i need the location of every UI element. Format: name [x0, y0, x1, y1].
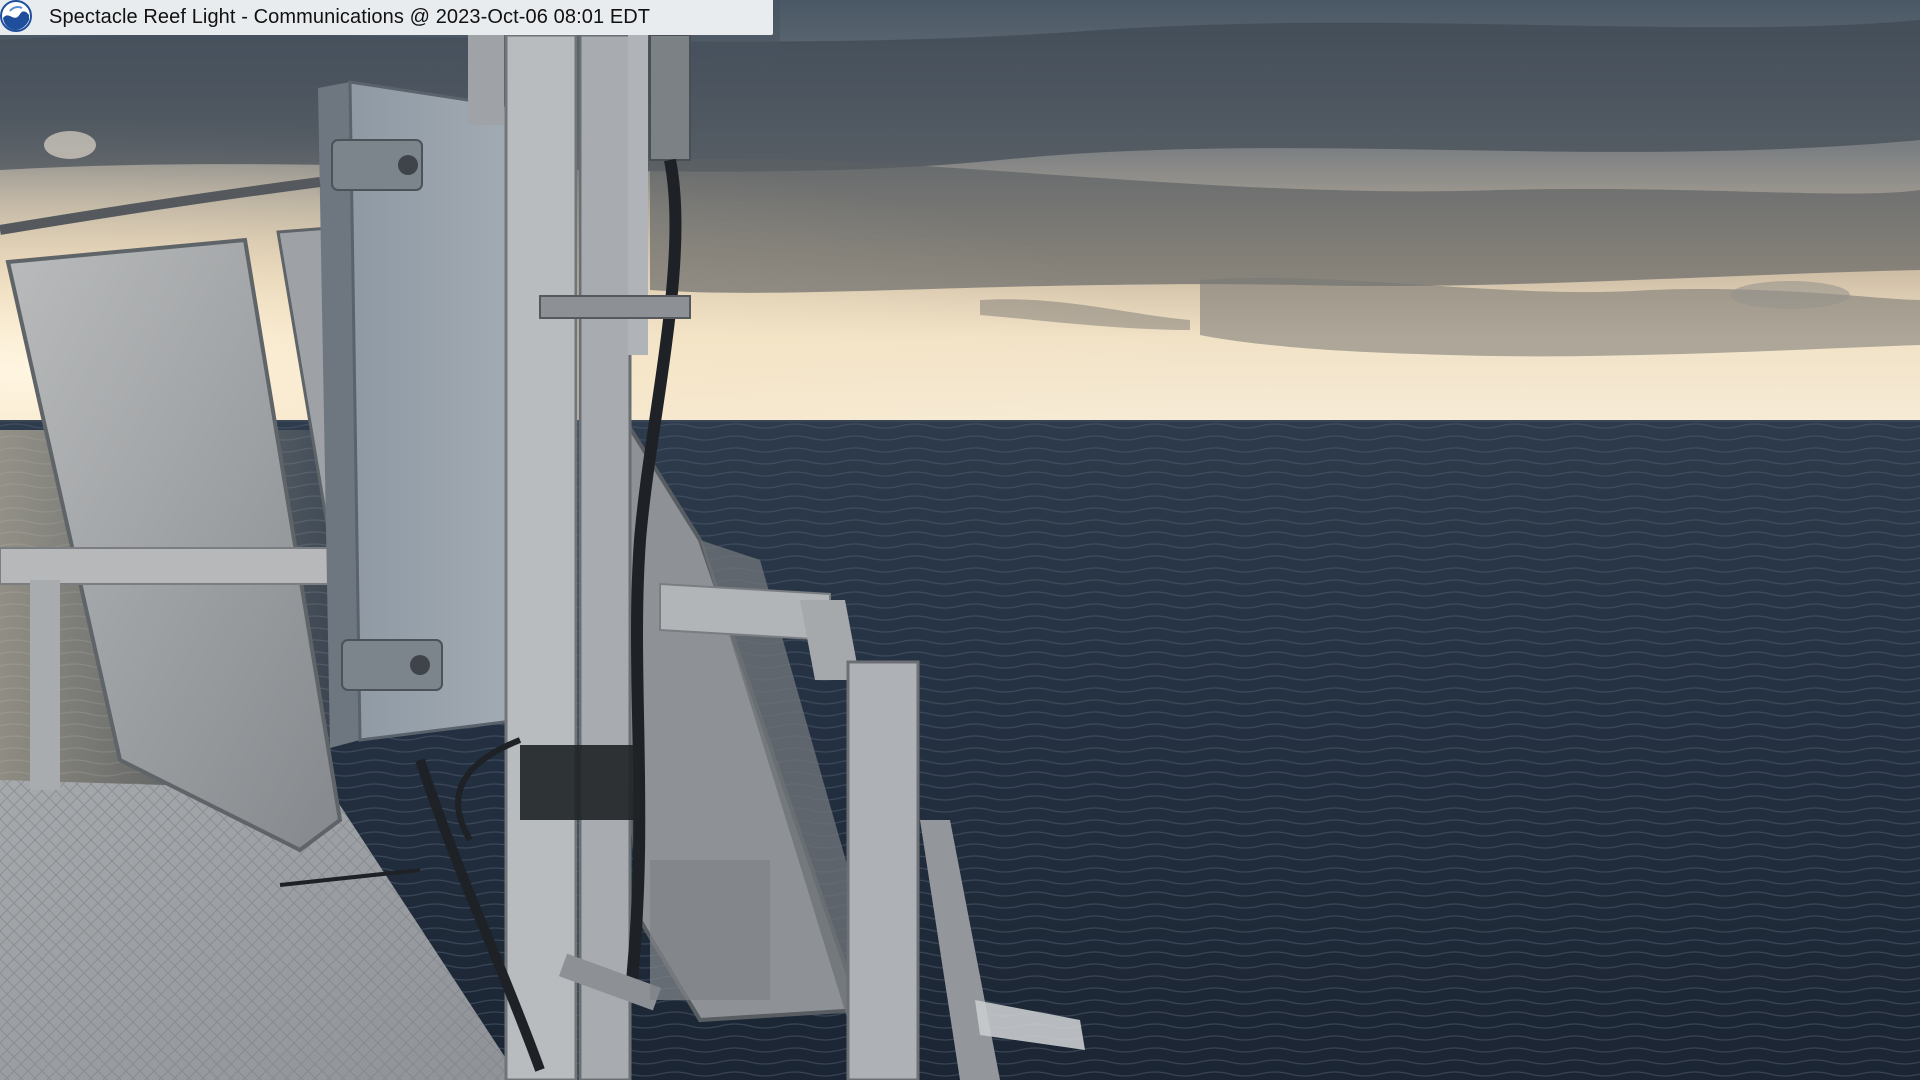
webcam-image: Spectacle Reef Light - Communications @ …	[0, 0, 1920, 1080]
camera-caption: Spectacle Reef Light - Communications @ …	[49, 6, 651, 28]
noaa-logo-icon	[0, 0, 40, 34]
equipment-enclosure	[318, 80, 522, 748]
webcam-scene	[0, 0, 1920, 1080]
camera-caption-bar: Spectacle Reef Light - Communications @ …	[0, 0, 773, 35]
